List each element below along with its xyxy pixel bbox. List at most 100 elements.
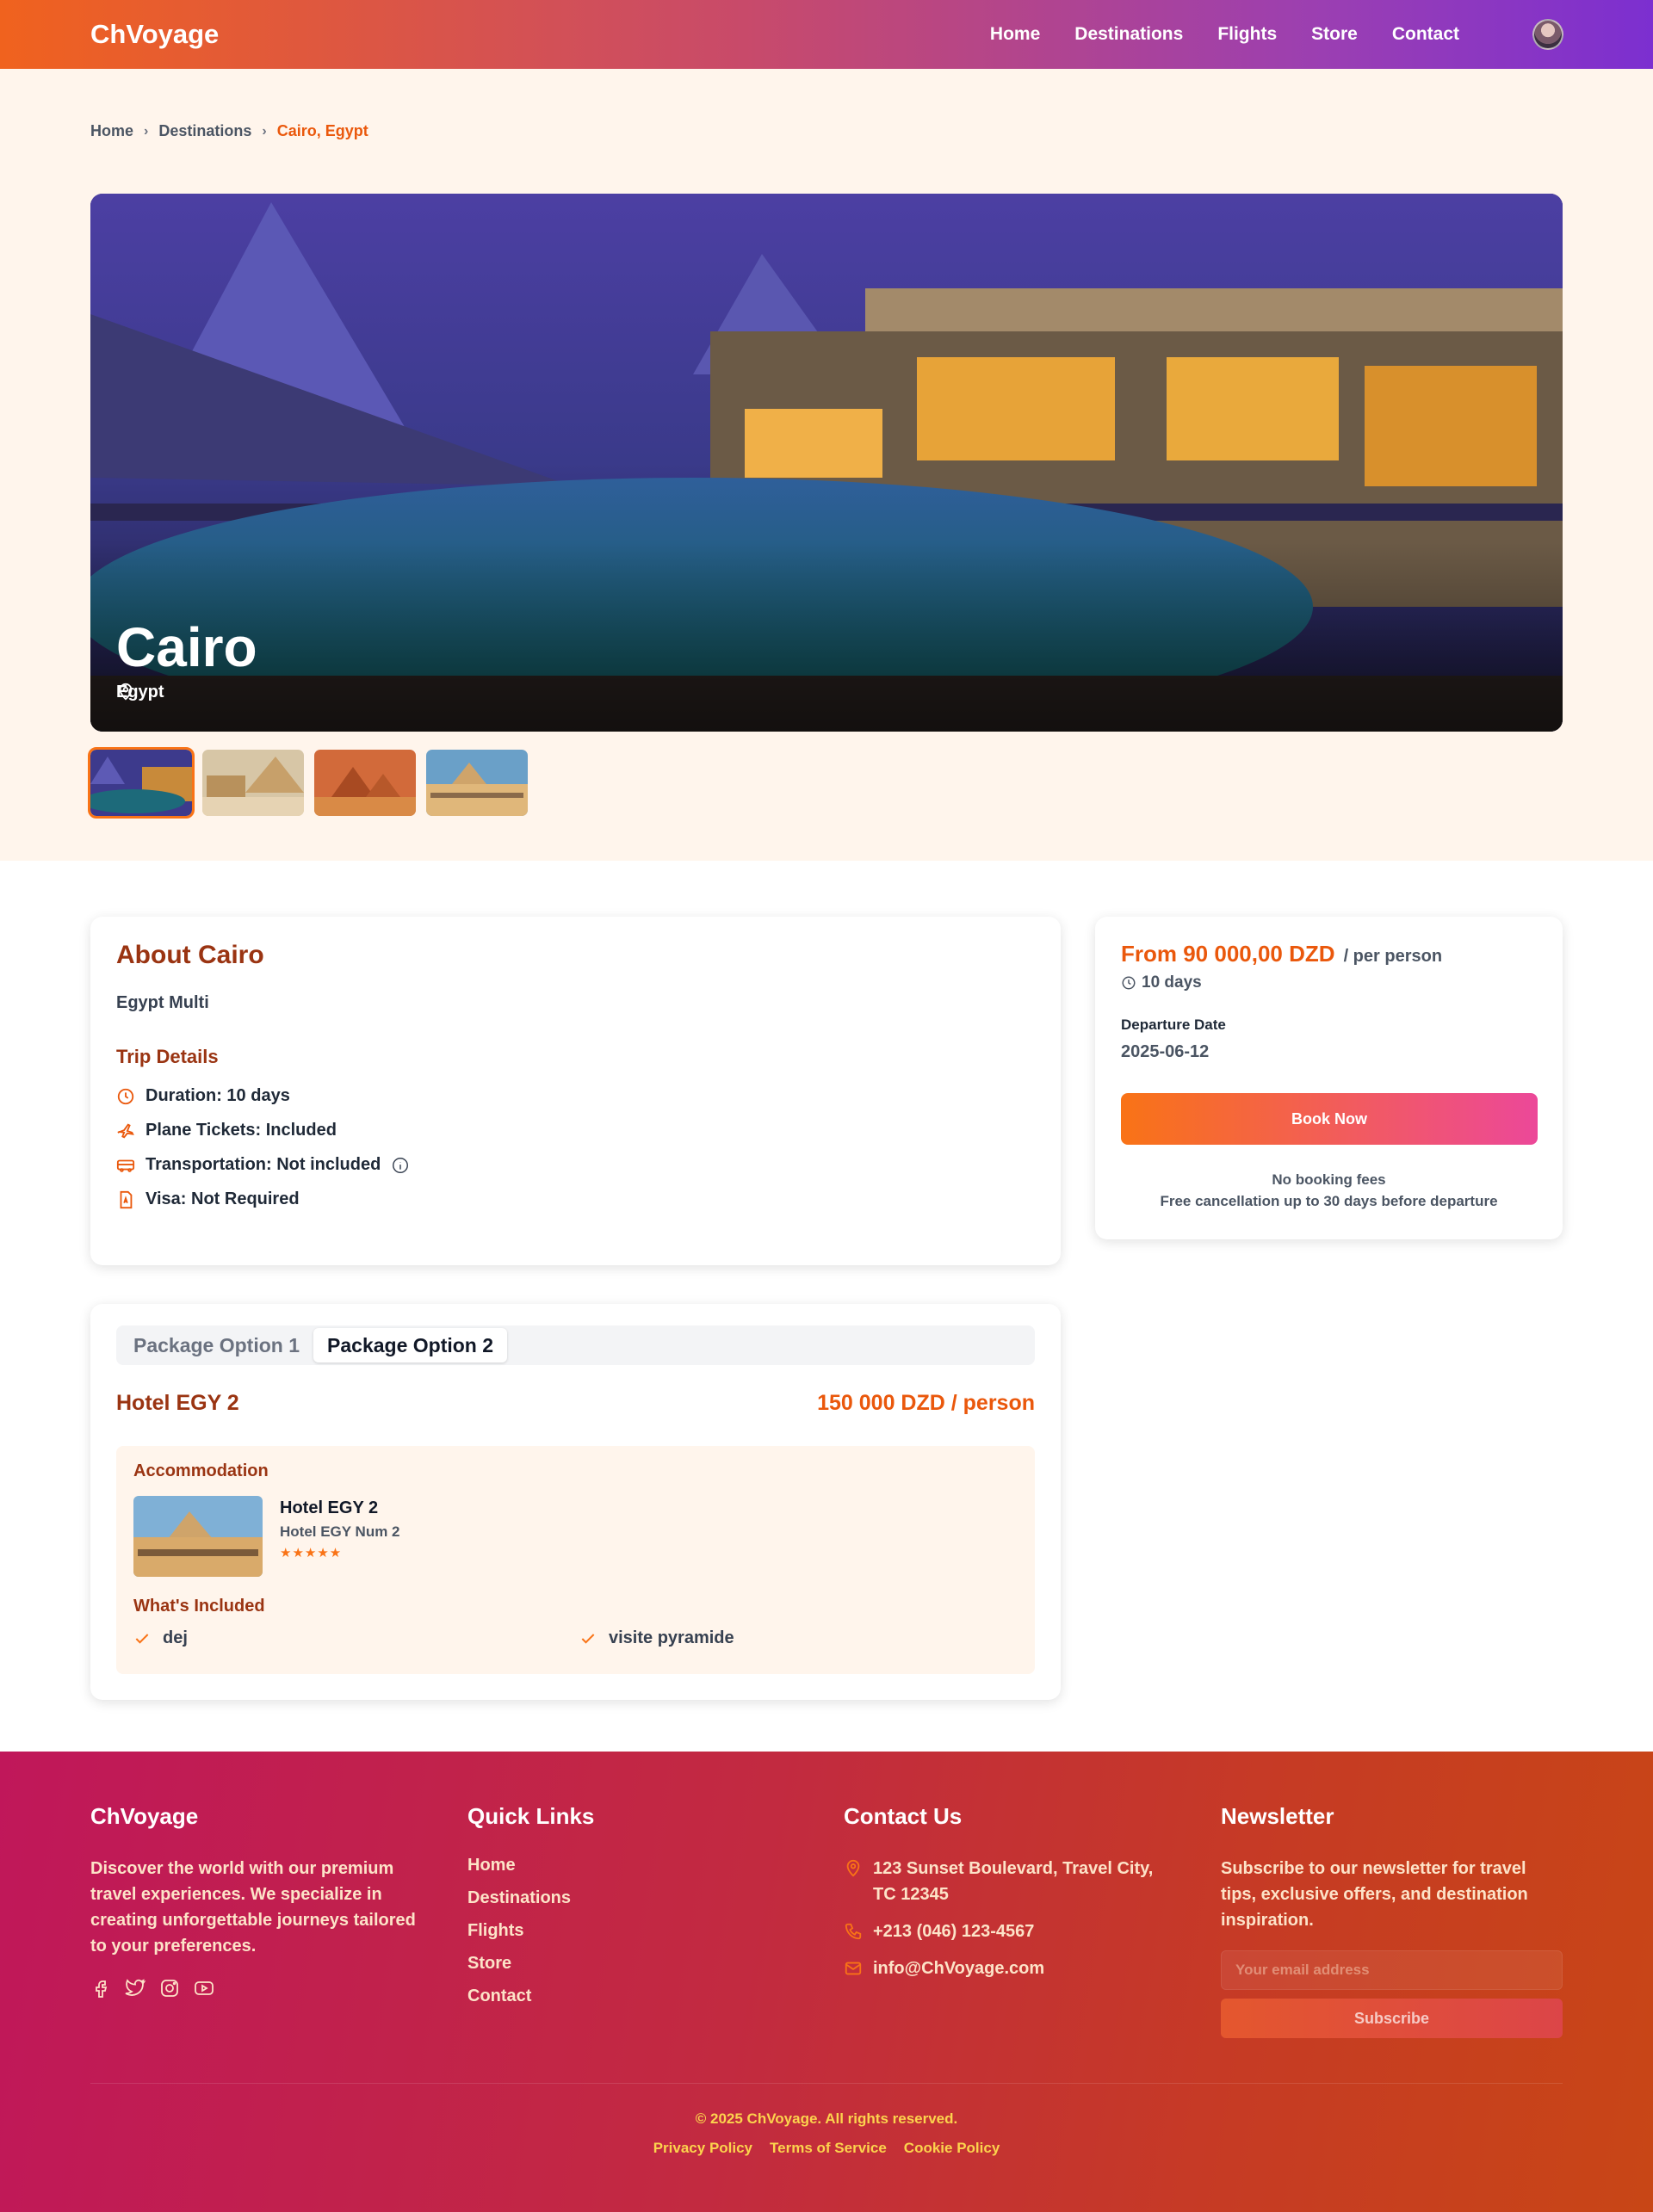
newsletter-title: Newsletter <box>1221 1803 1334 1829</box>
hero-overlay <box>90 542 1563 732</box>
contact-title: Contact Us <box>844 1803 963 1829</box>
contact-address: 123 Sunset Boulevard, Travel City, TC 12… <box>844 1856 1171 1907</box>
footer-link-home[interactable]: Home <box>467 1856 795 1875</box>
brand-logo[interactable]: ChVoyage <box>90 19 219 50</box>
footer-link-flights[interactable]: Flights <box>467 1921 795 1941</box>
package-card: Package Option 1 Package Option 2 Hotel … <box>90 1304 1061 1700</box>
contact-phone: +213 (046) 123-4567 <box>844 1919 1171 1944</box>
booking-card: From 90 000,00 DZD / per person 10 days … <box>1095 917 1563 1239</box>
clock-icon <box>1122 976 1136 990</box>
privacy-policy-link[interactable]: Privacy Policy <box>653 2140 752 2157</box>
package-hotel-name: Hotel EGY 2 <box>116 1391 239 1415</box>
nav-destinations[interactable]: Destinations <box>1074 24 1183 45</box>
footer-contact-col: Contact Us 123 Sunset Boulevard, Travel … <box>844 1803 1171 1993</box>
about-subtitle: Egypt Multi <box>116 993 209 1012</box>
footer-link-destinations[interactable]: Destinations <box>467 1888 795 1908</box>
document-icon <box>120 1190 133 1208</box>
quick-links-title: Quick Links <box>467 1803 595 1829</box>
contact-phone-label[interactable]: +213 (046) 123-4567 <box>873 1919 1034 1944</box>
breadcrumb-home[interactable]: Home <box>90 122 133 140</box>
nav-home[interactable]: Home <box>990 24 1040 45</box>
footer: ChVoyage Discover the world with our pre… <box>0 1752 1653 2212</box>
location-icon <box>846 1859 860 1877</box>
duration-days: 10 days <box>1121 973 1202 992</box>
trip-details-title: Trip Details <box>116 1046 219 1067</box>
price-from: From 90 000,00 DZD <box>1121 941 1335 967</box>
detail-duration: Duration: 10 days <box>116 1086 290 1106</box>
included-item-label: dej <box>163 1628 188 1647</box>
booking-note-cancellation: Free cancellation up to 30 days before d… <box>1160 1193 1498 1209</box>
newsletter-text: Subscribe to our newsletter for travel t… <box>1221 1859 1528 1930</box>
book-now-button[interactable]: Book Now <box>1121 1093 1538 1145</box>
user-avatar[interactable] <box>1532 19 1563 50</box>
terms-of-service-link[interactable]: Terms of Service <box>770 2140 887 2157</box>
departure-label: Departure Date <box>1121 1016 1226 1033</box>
nav-flights[interactable]: Flights <box>1217 24 1277 45</box>
breadcrumb: Home › Destinations › Cairo, Egypt <box>90 122 368 140</box>
subscribe-button[interactable]: Subscribe <box>1221 1999 1563 2038</box>
footer-brand: ChVoyage <box>90 1803 199 1829</box>
contact-email-label[interactable]: info@ChVoyage.com <box>873 1956 1044 1981</box>
accommodation-hotel-name: Hotel EGY 2 <box>280 1498 379 1517</box>
mail-icon <box>845 1962 862 1975</box>
tab-package-option-1[interactable]: Package Option 1 <box>120 1328 313 1362</box>
accommodation-hotel-sub: Hotel EGY Num 2 <box>280 1523 400 1540</box>
footer-quick-links-col: Quick Links Home Destinations Flights St… <box>467 1803 795 2019</box>
chevron-right-icon: › <box>262 123 267 139</box>
footer-link-contact[interactable]: Contact <box>467 1986 795 2006</box>
footer-about-text: Discover the world with our premium trav… <box>90 1859 416 1956</box>
hero-image: Cairo Egypt <box>90 194 1563 732</box>
quick-links: Home Destinations Flights Store Contact <box>467 1856 795 2006</box>
hero-location: Egypt <box>116 683 164 702</box>
duration-days-label: 10 days <box>1142 973 1202 992</box>
detail-visa: Visa: Not Required <box>116 1189 300 1209</box>
twitter-icon[interactable] <box>125 1978 145 1999</box>
thumbnail-3[interactable] <box>314 750 416 816</box>
chevron-right-icon: › <box>144 123 149 139</box>
included-item: dej <box>133 1628 188 1648</box>
price-per-person: / per person <box>1343 947 1443 966</box>
nav-store[interactable]: Store <box>1311 24 1358 45</box>
footer-divider <box>90 2083 1563 2084</box>
plane-icon <box>117 1122 134 1138</box>
cookie-policy-link[interactable]: Cookie Policy <box>904 2140 1000 2157</box>
info-icon[interactable] <box>391 1156 410 1175</box>
clock-icon <box>117 1088 134 1104</box>
phone-icon <box>845 1923 862 1940</box>
newsletter-email-input[interactable] <box>1221 1950 1563 1990</box>
top-navbar: ChVoyage Home Destinations Flights Store… <box>0 0 1653 69</box>
booking-note-fees: No booking fees <box>1272 1171 1386 1188</box>
bus-icon <box>116 1159 135 1172</box>
about-card: About Cairo Egypt Multi Trip Details Dur… <box>90 917 1061 1265</box>
check-icon <box>581 1633 595 1644</box>
tab-package-option-2[interactable]: Package Option 2 <box>313 1328 508 1362</box>
hotel-star-rating: ★★★★★ <box>280 1546 343 1560</box>
legal-links: Privacy Policy Terms of Service Cookie P… <box>0 2140 1653 2157</box>
check-icon <box>135 1633 149 1644</box>
thumbnail-1[interactable] <box>88 747 195 819</box>
footer-newsletter-col: Newsletter Subscribe to our newsletter f… <box>1221 1803 1563 2038</box>
breadcrumb-current: Cairo, Egypt <box>276 122 368 139</box>
detail-plane: Plane Tickets: Included <box>116 1121 337 1140</box>
detail-visa-label: Visa: Not Required <box>145 1189 300 1208</box>
accommodation-panel: Accommodation Hotel EGY 2 Hotel EGY Num … <box>116 1446 1035 1674</box>
footer-brand-col: ChVoyage Discover the world with our pre… <box>90 1803 430 1999</box>
detail-duration-label: Duration: 10 days <box>145 1086 290 1105</box>
nav-contact[interactable]: Contact <box>1392 24 1459 45</box>
thumbnail-4[interactable] <box>426 750 528 816</box>
thumbnail-gallery <box>88 747 528 819</box>
contact-email: info@ChVoyage.com <box>844 1956 1171 1981</box>
facebook-icon[interactable] <box>90 1978 111 1999</box>
price-line: From 90 000,00 DZD / per person <box>1121 941 1442 967</box>
contact-address-label: 123 Sunset Boulevard, Travel City, TC 12… <box>873 1859 1154 1904</box>
copyright: © 2025 ChVoyage. All rights reserved. <box>695 2110 958 2127</box>
breadcrumb-destinations[interactable]: Destinations <box>158 122 251 140</box>
youtube-icon[interactable] <box>194 1978 214 1999</box>
about-title: About Cairo <box>116 941 264 969</box>
hero-title: Cairo <box>116 616 257 678</box>
hotel-image <box>133 1496 263 1577</box>
footer-link-store[interactable]: Store <box>467 1954 795 1974</box>
instagram-icon[interactable] <box>159 1978 180 1999</box>
thumbnail-2[interactable] <box>202 750 304 816</box>
detail-transport: Transportation: Not included <box>116 1155 410 1175</box>
